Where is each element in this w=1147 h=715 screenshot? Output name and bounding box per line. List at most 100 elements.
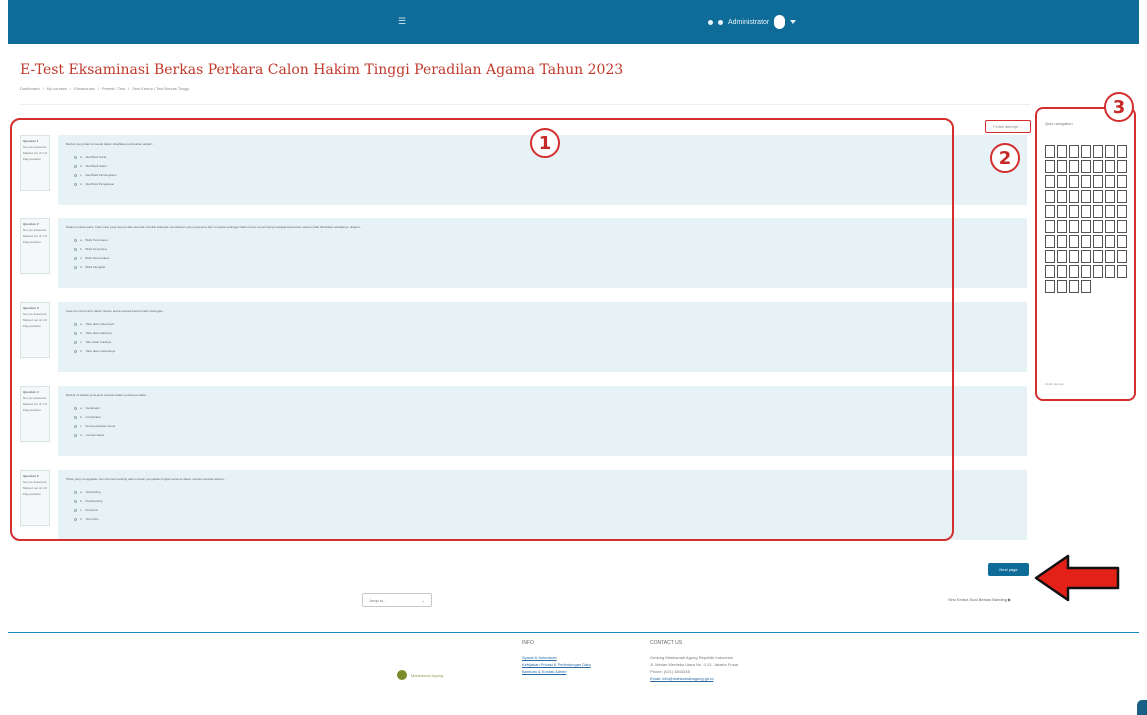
footer-contact-title: CONTACT US <box>650 640 683 646</box>
question-nav-button[interactable] <box>1117 250 1127 263</box>
question-nav-button[interactable] <box>1045 145 1055 158</box>
question-nav-button[interactable] <box>1105 145 1115 158</box>
question-nav-button[interactable] <box>1081 160 1091 173</box>
contact-email[interactable]: Email: info@mahkamahagung.go.id <box>650 675 738 682</box>
question-nav-button[interactable] <box>1093 265 1103 278</box>
breadcrumb-separator: / <box>42 86 44 91</box>
question-nav-button[interactable] <box>1117 190 1127 203</box>
question-nav-button[interactable] <box>1045 160 1055 173</box>
question-nav-button[interactable] <box>1045 190 1055 203</box>
chat-widget-icon[interactable] <box>1137 700 1147 715</box>
question-nav-button[interactable] <box>1069 280 1079 293</box>
footer-link[interactable]: Bantuan & Kontak Admin <box>522 668 591 675</box>
question-nav-button[interactable] <box>1117 160 1127 173</box>
footer-info-title: INFO <box>522 640 534 646</box>
question-nav-button[interactable] <box>1105 265 1115 278</box>
avatar[interactable] <box>774 15 786 29</box>
question-nav-button[interactable] <box>1093 250 1103 263</box>
question-nav-button[interactable] <box>1117 220 1127 233</box>
hamburger-menu-icon[interactable]: ☰ <box>398 16 408 26</box>
breadcrumb-item[interactable]: My courses <box>47 86 67 91</box>
question-nav-button[interactable] <box>1057 280 1067 293</box>
breadcrumb-separator: / <box>97 86 99 91</box>
user-name[interactable]: Administrator <box>728 19 769 26</box>
question-nav-button[interactable] <box>1093 205 1103 218</box>
question-nav-button[interactable] <box>1105 190 1115 203</box>
question-nav-button[interactable] <box>1105 160 1115 173</box>
question-nav-button[interactable] <box>1045 220 1055 233</box>
finish-attempt-link[interactable]: Finish attempt ... <box>985 120 1031 133</box>
notification-bell-icon[interactable] <box>708 19 713 25</box>
footer-link[interactable]: Syarat & Ketentuan <box>522 654 591 661</box>
question-nav-button[interactable] <box>1081 145 1091 158</box>
question-nav-button[interactable] <box>1105 250 1115 263</box>
question-nav-button[interactable] <box>1057 235 1067 248</box>
question-nav-button[interactable] <box>1081 220 1091 233</box>
question-nav-button[interactable] <box>1057 190 1067 203</box>
finish-attempt-nav-link[interactable]: Finish attempt ... <box>1045 382 1067 386</box>
question-nav-button[interactable] <box>1081 250 1091 263</box>
question-nav-button[interactable] <box>1105 205 1115 218</box>
next-activity-link[interactable]: Sesi Kedua Soal Berkas Banding ▶ <box>948 597 1011 602</box>
user-menu[interactable]: Administrator <box>708 15 797 29</box>
question-nav-button[interactable] <box>1117 235 1127 248</box>
question-nav-button[interactable] <box>1093 190 1103 203</box>
question-nav-button[interactable] <box>1093 160 1103 173</box>
question-nav-button[interactable] <box>1093 175 1103 188</box>
question-nav-button[interactable] <box>1045 250 1055 263</box>
question-nav-button[interactable] <box>1069 190 1079 203</box>
question-nav-button[interactable] <box>1045 235 1055 248</box>
question-nav-button[interactable] <box>1081 265 1091 278</box>
logo-emblem-icon <box>397 670 407 680</box>
breadcrumb-item[interactable]: Pretest / Test <box>102 86 125 91</box>
question-nav-button[interactable] <box>1069 265 1079 278</box>
breadcrumb-item[interactable]: Sesi Kedua / Test Berkas Tinggi <box>132 86 188 91</box>
question-nav-button[interactable] <box>1069 250 1079 263</box>
question-nav-button[interactable] <box>1117 205 1127 218</box>
question-nav-button[interactable] <box>1093 235 1103 248</box>
question-nav-button[interactable] <box>1057 220 1067 233</box>
question-nav-button[interactable] <box>1045 175 1055 188</box>
question-nav-button[interactable] <box>1105 220 1115 233</box>
quiz-navigation-title: Quiz navigation <box>1045 121 1073 126</box>
question-nav-button[interactable] <box>1057 265 1067 278</box>
question-nav-button[interactable] <box>1045 280 1055 293</box>
breadcrumb-item[interactable]: Dashboard <box>20 86 40 91</box>
question-nav-button[interactable] <box>1105 235 1115 248</box>
question-nav-button[interactable] <box>1081 175 1091 188</box>
question-nav-button[interactable] <box>1081 235 1091 248</box>
footer-divider <box>8 632 1139 633</box>
question-nav-button[interactable] <box>1069 220 1079 233</box>
question-nav-button[interactable] <box>1057 250 1067 263</box>
question-nav-button[interactable] <box>1057 145 1067 158</box>
question-nav-button[interactable] <box>1069 235 1079 248</box>
question-nav-button[interactable] <box>1069 205 1079 218</box>
question-nav-button[interactable] <box>1069 160 1079 173</box>
footer-link[interactable]: Kebijakan Privasi & Perlindungan Data <box>522 661 591 668</box>
message-icon[interactable] <box>718 19 723 25</box>
contact-address: Gedung Mahkamah Agung Republik Indonesia <box>650 655 733 660</box>
question-nav-button[interactable] <box>1069 145 1079 158</box>
question-nav-button[interactable] <box>1117 265 1127 278</box>
question-nav-button[interactable] <box>1081 205 1091 218</box>
question-nav-button[interactable] <box>1069 175 1079 188</box>
breadcrumb-item[interactable]: Eksaminasi <box>74 86 94 91</box>
question-nav-button[interactable] <box>1045 205 1055 218</box>
logo-text: Mahkamah Agung <box>411 672 444 678</box>
next-page-button[interactable]: Next page <box>988 563 1029 576</box>
page-title: E-Test Eksaminasi Berkas Perkara Calon H… <box>20 62 624 78</box>
question-nav-button[interactable] <box>1117 145 1127 158</box>
breadcrumb-separator: / <box>70 86 72 91</box>
question-nav-button[interactable] <box>1057 175 1067 188</box>
question-nav-button[interactable] <box>1057 205 1067 218</box>
question-nav-button[interactable] <box>1045 265 1055 278</box>
question-nav-button[interactable] <box>1117 175 1127 188</box>
chevron-down-icon[interactable] <box>790 20 797 24</box>
question-nav-button[interactable] <box>1093 145 1103 158</box>
question-nav-button[interactable] <box>1081 280 1091 293</box>
jump-to-select[interactable]: Jump to... ⌄ <box>362 593 432 607</box>
question-nav-button[interactable] <box>1093 220 1103 233</box>
question-nav-button[interactable] <box>1105 175 1115 188</box>
question-nav-button[interactable] <box>1081 190 1091 203</box>
question-nav-button[interactable] <box>1057 160 1067 173</box>
